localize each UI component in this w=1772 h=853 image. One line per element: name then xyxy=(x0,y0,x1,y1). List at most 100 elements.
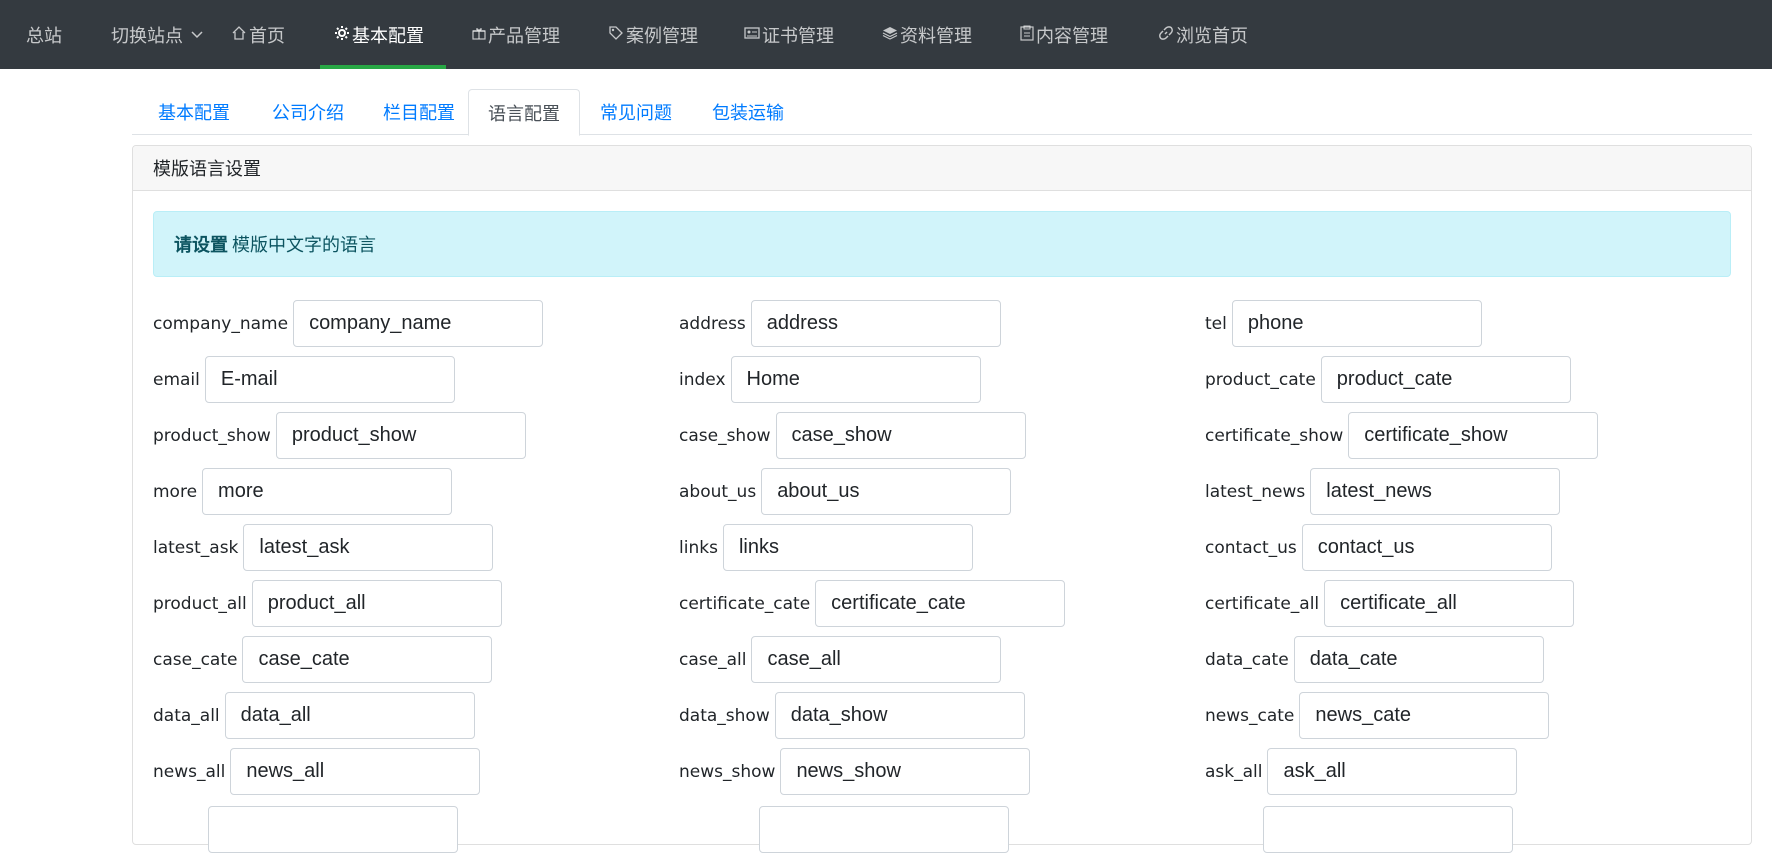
product-all-input[interactable] xyxy=(251,580,502,627)
certificate-cate-input[interactable] xyxy=(815,580,1066,627)
nav-item-product-management[interactable]: 产品管理 xyxy=(472,0,560,69)
more-input[interactable] xyxy=(202,468,453,515)
field-label: product_cate xyxy=(1205,369,1316,390)
field-index: index xyxy=(679,356,981,403)
nav-item-case-management[interactable]: 案例管理 xyxy=(608,0,698,69)
field-data-all: data_all xyxy=(153,692,475,739)
field-label: data_all xyxy=(153,705,220,726)
nav-item-browse-home[interactable]: 浏览首页 xyxy=(1158,0,1248,69)
nav-item-basic-config[interactable]: 基本配置 xyxy=(320,0,446,69)
ask-all-input[interactable] xyxy=(1267,748,1518,795)
field-label: product_show xyxy=(153,425,271,446)
field-label: certificate_show xyxy=(1205,425,1344,446)
field-latest-news: latest_news xyxy=(1205,468,1561,515)
data-all-input[interactable] xyxy=(224,692,475,739)
tab-label: 栏目配置 xyxy=(383,103,455,124)
field-label: data_cate xyxy=(1205,649,1289,670)
partial-input[interactable] xyxy=(208,806,458,853)
field-certificate-cate: certificate_cate xyxy=(679,580,1066,627)
field-label: case_all xyxy=(679,649,747,670)
index-input[interactable] xyxy=(730,356,981,403)
field-label: case_show xyxy=(679,425,771,446)
nav-item-content-management[interactable]: 内容管理 xyxy=(1020,0,1108,69)
contact-us-input[interactable] xyxy=(1301,524,1552,571)
field-data-show: data_show xyxy=(679,692,1025,739)
field-label: latest_ask xyxy=(153,537,239,558)
tab-label: 基本配置 xyxy=(158,103,230,124)
field-news-cate: news_cate xyxy=(1205,692,1550,739)
field-label: news_show xyxy=(679,761,776,782)
field-contact-us: contact_us xyxy=(1205,524,1552,571)
nav-item-switch-site[interactable]: 切换站点 xyxy=(111,0,203,69)
data-show-input[interactable] xyxy=(774,692,1025,739)
news-show-input[interactable] xyxy=(780,748,1031,795)
product-show-input[interactable] xyxy=(275,412,526,459)
field-links: links xyxy=(679,524,973,571)
address-input[interactable] xyxy=(750,300,1001,347)
tab-language-config[interactable]: 语言配置 xyxy=(468,89,580,136)
nav-item-certificate-management[interactable]: 证书管理 xyxy=(744,0,834,69)
latest-ask-input[interactable] xyxy=(243,524,494,571)
field-more: more xyxy=(153,468,453,515)
nav-label: 总站 xyxy=(26,25,62,47)
certificate-show-input[interactable] xyxy=(1348,412,1599,459)
case-cate-input[interactable] xyxy=(242,636,493,683)
field-label: links xyxy=(679,537,718,558)
field-label: index xyxy=(679,369,726,390)
news-all-input[interactable] xyxy=(230,748,481,795)
tab-label: 语言配置 xyxy=(488,103,560,125)
field-label: tel xyxy=(1205,313,1227,334)
field-ask-all: ask_all xyxy=(1205,748,1518,795)
field-label: more xyxy=(153,481,198,502)
product-cate-input[interactable] xyxy=(1320,356,1571,403)
case-show-input[interactable] xyxy=(775,412,1026,459)
gear-icon xyxy=(334,25,350,44)
nav-label: 证书管理 xyxy=(762,25,834,47)
tab-packaging-shipping[interactable]: 包装运输 xyxy=(692,89,804,135)
nav-item-data-management[interactable]: 资料管理 xyxy=(882,0,972,69)
field-label: company_name xyxy=(153,313,289,334)
case-all-input[interactable] xyxy=(751,636,1002,683)
nav-label: 浏览首页 xyxy=(1176,25,1248,47)
layers-icon xyxy=(882,25,898,44)
partial-input[interactable] xyxy=(1263,806,1513,853)
field-label: email xyxy=(153,369,200,390)
tab-column-config[interactable]: 栏目配置 xyxy=(363,89,475,135)
card-icon xyxy=(744,26,760,43)
tab-label: 常见问题 xyxy=(600,103,672,124)
email-input[interactable] xyxy=(204,356,455,403)
field-latest-ask: latest_ask xyxy=(153,524,494,571)
field-about-us: about_us xyxy=(679,468,1012,515)
field-label: case_cate xyxy=(153,649,238,670)
tel-input[interactable] xyxy=(1231,300,1482,347)
field-data-cate: data_cate xyxy=(1205,636,1544,683)
field-product-cate: product_cate xyxy=(1205,356,1571,403)
data-cate-input[interactable] xyxy=(1293,636,1544,683)
nav-label: 基本配置 xyxy=(352,25,424,47)
language-settings-card: 模版语言设置 请设置 模版中文字的语言 company_name address… xyxy=(132,145,1752,853)
field-label: ask_all xyxy=(1205,761,1263,782)
partial-input[interactable] xyxy=(759,806,1009,853)
nav-label: 内容管理 xyxy=(1036,25,1108,47)
field-label: contact_us xyxy=(1205,537,1297,558)
certificate-all-input[interactable] xyxy=(1324,580,1575,627)
field-partial-row xyxy=(759,806,1009,853)
links-input[interactable] xyxy=(722,524,973,571)
field-company-name: company_name xyxy=(153,300,544,347)
tab-company-intro[interactable]: 公司介绍 xyxy=(252,89,364,135)
tab-faq[interactable]: 常见问题 xyxy=(580,89,692,135)
field-partial-row xyxy=(1263,806,1513,853)
news-cate-input[interactable] xyxy=(1299,692,1550,739)
field-news-show: news_show xyxy=(679,748,1031,795)
latest-news-input[interactable] xyxy=(1310,468,1561,515)
info-alert: 请设置 模版中文字的语言 xyxy=(153,211,1731,277)
nav-item-home[interactable]: 首页 xyxy=(231,0,285,69)
field-label: address xyxy=(679,313,746,334)
company-name-input[interactable] xyxy=(293,300,544,347)
tab-basic-config[interactable]: 基本配置 xyxy=(132,89,256,135)
tab-label: 包装运输 xyxy=(712,103,784,124)
tab-label: 公司介绍 xyxy=(272,103,344,124)
about-us-input[interactable] xyxy=(761,468,1012,515)
field-label: latest_news xyxy=(1205,481,1306,502)
nav-item-master-site[interactable]: 总站 xyxy=(26,0,62,69)
